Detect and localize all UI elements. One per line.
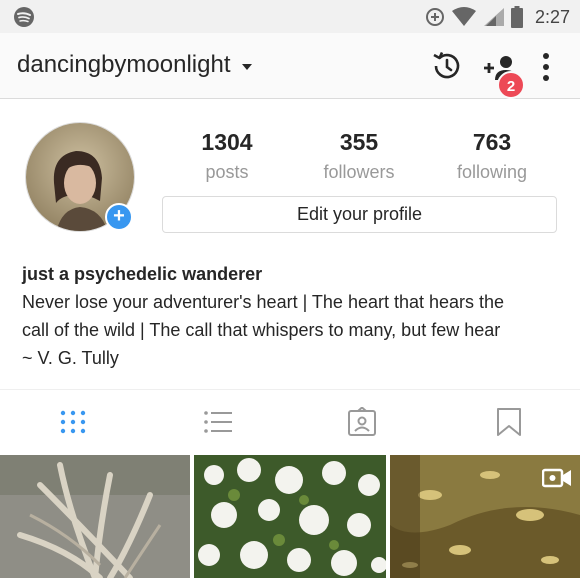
saved-bookmark-icon[interactable] — [494, 407, 524, 437]
grid-post[interactable] — [194, 455, 386, 578]
chevron-down-icon — [242, 63, 253, 70]
account-switcher[interactable]: dancingbymoonlight — [17, 51, 253, 79]
wifi-icon — [451, 7, 476, 26]
clock: 2:27 — [534, 6, 570, 27]
posts-stat[interactable]: 1304 posts — [167, 129, 287, 183]
followers-count: 355 — [339, 129, 379, 155]
signal-icon — [483, 8, 504, 26]
status-bar: 2:27 — [0, 0, 580, 33]
notification-badge: 2 — [497, 71, 525, 99]
spotify-icon — [14, 7, 34, 27]
grid-post[interactable] — [0, 455, 190, 578]
edit-profile-button[interactable]: Edit your profile — [162, 196, 557, 233]
posts-label: posts — [205, 162, 249, 182]
username: dancingbymoonlight — [17, 51, 231, 78]
bio-line: ~ V. G. Tully — [22, 348, 119, 368]
following-label: following — [456, 162, 528, 182]
app-header: dancingbymoonlight 2 — [0, 33, 580, 99]
grid-view-icon[interactable] — [58, 407, 88, 437]
history-icon[interactable] — [430, 49, 464, 83]
bio-line: call of the wild | The call that whisper… — [22, 320, 501, 340]
add-story-button[interactable]: + — [105, 203, 133, 231]
display-name: just a psychedelic wanderer — [22, 264, 263, 284]
followers-stat[interactable]: 355 followers — [299, 129, 419, 183]
tagged-photos-icon[interactable] — [347, 407, 377, 437]
followers-label: followers — [323, 162, 395, 182]
bio: just a psychedelic wanderer Never lose y… — [22, 263, 567, 372]
profile-tabs — [0, 389, 580, 453]
video-icon — [542, 468, 571, 488]
following-count: 763 — [472, 129, 512, 155]
bio-text: Never lose your adventurer's heart | The… — [22, 288, 567, 372]
grid-post[interactable] — [390, 455, 580, 578]
posts-count: 1304 — [201, 129, 253, 155]
bio-line: Never lose your adventurer's heart | The… — [22, 292, 505, 312]
more-options-icon[interactable] — [538, 52, 554, 82]
following-stat[interactable]: 763 following — [432, 129, 552, 183]
data-saver-icon — [425, 8, 444, 26]
battery-icon — [510, 6, 523, 28]
photo-grid — [0, 455, 580, 578]
list-view-icon[interactable] — [203, 407, 233, 437]
